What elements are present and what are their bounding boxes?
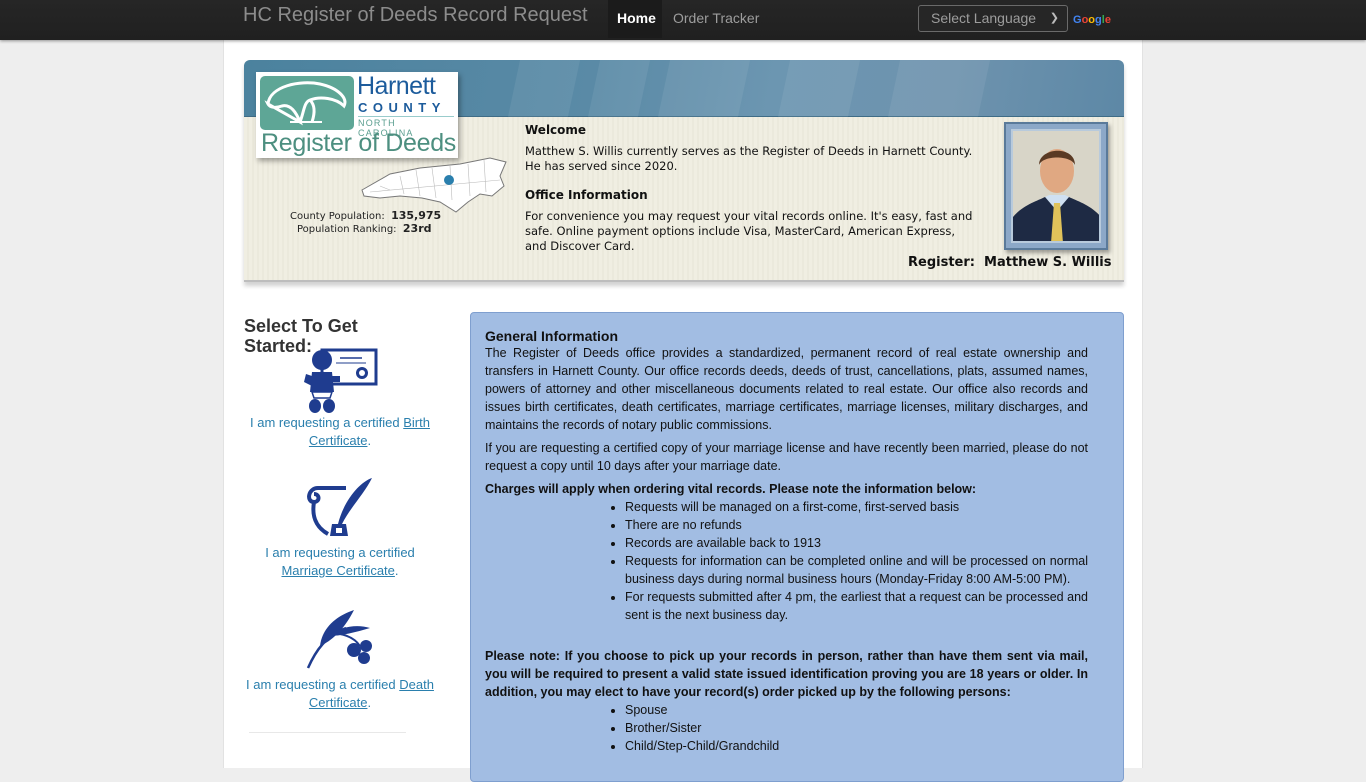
office-info-title: Office Information — [525, 188, 648, 202]
death-certificate-option[interactable]: I am requesting a certified Death Certif… — [244, 606, 436, 712]
scroll-quill-icon[interactable] — [300, 474, 380, 544]
birth-certificate-option[interactable]: I am requesting a certified Birth Certif… — [244, 346, 436, 450]
list-item: Requests for information can be complete… — [625, 552, 1088, 588]
baby-certificate-icon[interactable] — [300, 346, 380, 414]
welcome-text: Matthew S. Willis currently serves as th… — [525, 144, 973, 173]
tree-logo-icon — [260, 76, 354, 130]
list-item: Records are available back to 1913 — [625, 534, 1088, 552]
list-item: Brother/Sister — [625, 719, 1088, 737]
top-navbar: HC Register of Deeds Record Request Home… — [0, 0, 1366, 40]
nav-order-tracker[interactable]: Order Tracker — [663, 0, 769, 38]
general-info-para2: If you are requesting a certified copy o… — [485, 441, 1088, 473]
register-photo — [1004, 122, 1108, 250]
list-item: There are no refunds — [625, 516, 1088, 534]
marriage-certificate-option[interactable]: I am requesting a certified Marriage Cer… — [244, 474, 436, 580]
logo-harnett: Harnett — [357, 72, 436, 100]
header-banner: Harnett COUNTY NORTH CAROLINA Register o… — [244, 60, 1124, 282]
logo-register-of-deeds: Register of Deeds — [261, 129, 456, 157]
list-item: Child/Step-Child/Grandchild — [625, 737, 1088, 755]
list-item: Requests will be managed on a first-come… — [625, 498, 1088, 516]
welcome-block: Welcome Matthew S. Willis currently serv… — [525, 122, 980, 254]
county-logo: Harnett COUNTY NORTH CAROLINA Register o… — [256, 72, 458, 158]
nc-map-icon — [361, 157, 507, 213]
county-population: County Population: 135,975 — [290, 209, 442, 222]
welcome-title: Welcome — [525, 123, 587, 137]
get-started-column: Select To Get Started: I am requesting a… — [244, 312, 434, 733]
pickup-note: Please note: If you choose to pick up yo… — [485, 649, 1088, 699]
language-select-value: Select Language — [931, 10, 1037, 26]
persons-list: Spouse Brother/Sister Child/Step-Child/G… — [485, 701, 1088, 755]
language-select[interactable]: Select Language ❯ — [918, 5, 1068, 32]
office-info-text: For convenience you may request your vit… — [525, 209, 973, 253]
left-divider — [249, 732, 406, 733]
charges-heading: Charges will apply when ordering vital r… — [485, 482, 977, 496]
list-item: Spouse — [625, 701, 1088, 719]
population-ranking: Population Ranking: 23rd — [297, 222, 432, 235]
portrait-image — [1013, 131, 1099, 241]
general-info-panel: General Information The Register of Deed… — [470, 312, 1124, 782]
nav-home[interactable]: Home — [608, 0, 662, 38]
general-info-title: General Information — [485, 328, 619, 344]
register-name: Register: Matthew S. Willis — [908, 255, 1112, 270]
charges-list: Requests will be managed on a first-come… — [485, 498, 1088, 624]
site-brand[interactable]: HC Register of Deeds Record Request — [243, 3, 588, 27]
chevron-down-icon: ❯ — [1049, 12, 1059, 24]
marriage-certificate-link[interactable]: Marriage Certificate — [281, 563, 394, 578]
general-info-para1: The Register of Deeds office provides a … — [485, 346, 1088, 432]
logo-county: COUNTY — [358, 100, 446, 115]
main-container: Harnett COUNTY NORTH CAROLINA Register o… — [223, 40, 1143, 782]
olive-branch-icon[interactable] — [300, 606, 380, 676]
list-item: For requests submitted after 4 pm, the e… — [625, 588, 1088, 624]
google-logo: Google — [1073, 14, 1111, 26]
